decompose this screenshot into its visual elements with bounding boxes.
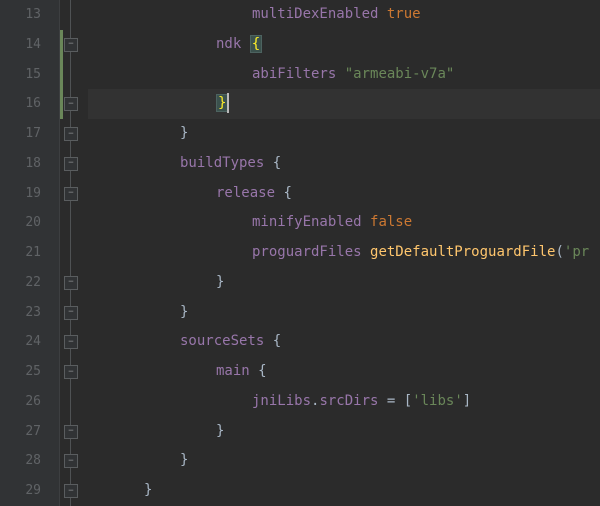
token-brace-hl: { — [250, 35, 262, 53]
line-number: 23 — [0, 298, 59, 328]
line-number: 29 — [0, 476, 59, 506]
line-number: 18 — [0, 149, 59, 179]
line-number: 25 — [0, 357, 59, 387]
code-line[interactable]: } — [88, 268, 600, 298]
token-str: 'libs' — [412, 393, 463, 409]
code-line[interactable]: } — [88, 476, 600, 506]
line-number: 15 — [0, 60, 59, 90]
token-ident: jniLibs — [252, 393, 311, 409]
token-ident: minifyEnabled — [252, 214, 362, 230]
token-ident: proguardFiles — [252, 244, 362, 260]
line-number-gutter: 1314151617181920212223242526272829 — [0, 0, 60, 506]
code-line[interactable]: } — [88, 298, 600, 328]
line-number: 20 — [0, 208, 59, 238]
token-punc — [250, 363, 258, 379]
token-brace: } — [180, 304, 188, 320]
code-line[interactable]: } — [88, 119, 600, 149]
token-punc — [264, 333, 272, 349]
token-str: 'pr — [564, 244, 589, 260]
token-method: getDefaultProguardFile — [370, 244, 555, 260]
code-line[interactable]: } — [88, 446, 600, 476]
token-punc — [378, 6, 386, 22]
fold-close-icon[interactable]: − — [64, 425, 78, 439]
token-ident: abiFilters — [252, 66, 336, 82]
change-bar — [60, 30, 63, 119]
fold-close-icon[interactable]: − — [64, 276, 78, 290]
token-punc: ] — [463, 393, 471, 409]
token-ident: release — [216, 185, 275, 201]
token-punc — [336, 66, 344, 82]
fold-open-icon[interactable]: − — [64, 157, 78, 171]
token-kw: false — [370, 214, 412, 230]
token-brace: { — [273, 333, 281, 349]
code-line[interactable]: ndk { — [88, 30, 600, 60]
line-number: 27 — [0, 417, 59, 447]
code-line[interactable]: release { — [88, 179, 600, 209]
code-line[interactable]: multiDexEnabled true — [88, 0, 600, 30]
line-number: 21 — [0, 238, 59, 268]
code-line[interactable]: } — [88, 89, 600, 119]
token-brace: { — [273, 155, 281, 171]
token-punc — [362, 214, 370, 230]
token-ident: sourceSets — [180, 333, 264, 349]
fold-close-icon[interactable]: − — [64, 97, 78, 111]
fold-close-icon[interactable]: − — [64, 306, 78, 320]
token-ident: srcDirs — [319, 393, 378, 409]
token-brace: { — [258, 363, 266, 379]
code-line[interactable]: sourceSets { — [88, 327, 600, 357]
code-editor[interactable]: 1314151617181920212223242526272829 −−−−−… — [0, 0, 600, 506]
line-number: 13 — [0, 0, 59, 30]
fold-open-icon[interactable]: − — [64, 335, 78, 349]
fold-column: − − − − − − − − − − − − — [60, 0, 88, 506]
code-line[interactable]: abiFilters "armeabi-v7a" — [88, 60, 600, 90]
fold-open-icon[interactable]: − — [64, 38, 78, 52]
token-brace: } — [180, 452, 188, 468]
token-brace: } — [216, 423, 224, 439]
code-area[interactable]: multiDexEnabled truendk {abiFilters "arm… — [88, 0, 600, 506]
code-line[interactable]: minifyEnabled false — [88, 208, 600, 238]
text-caret — [227, 93, 229, 113]
token-brace: } — [216, 274, 224, 290]
code-line[interactable]: buildTypes { — [88, 149, 600, 179]
line-number: 26 — [0, 387, 59, 417]
token-punc: ( — [555, 244, 563, 260]
line-number: 17 — [0, 119, 59, 149]
token-ident: buildTypes — [180, 155, 264, 171]
token-punc — [241, 36, 249, 52]
token-ident: main — [216, 363, 250, 379]
code-line[interactable]: proguardFiles getDefaultProguardFile('pr — [88, 238, 600, 268]
fold-close-icon[interactable]: − — [64, 454, 78, 468]
token-brace: } — [180, 125, 188, 141]
line-number: 28 — [0, 446, 59, 476]
token-punc — [362, 244, 370, 260]
token-punc: [ — [395, 393, 412, 409]
line-number: 16 — [0, 89, 59, 119]
line-number: 19 — [0, 179, 59, 209]
fold-close-icon[interactable]: − — [64, 127, 78, 141]
token-brace: } — [144, 482, 152, 498]
code-line[interactable]: } — [88, 417, 600, 447]
token-ident: multiDexEnabled — [252, 6, 378, 22]
token-ident: ndk — [216, 36, 241, 52]
line-number: 22 — [0, 268, 59, 298]
line-number: 24 — [0, 327, 59, 357]
code-line[interactable]: jniLibs.srcDirs = ['libs'] — [88, 387, 600, 417]
fold-close-icon[interactable]: − — [64, 484, 78, 498]
token-kw: true — [387, 6, 421, 22]
token-brace: { — [283, 185, 291, 201]
fold-open-icon[interactable]: − — [64, 187, 78, 201]
fold-open-icon[interactable]: − — [64, 365, 78, 379]
line-number: 14 — [0, 30, 59, 60]
token-punc — [264, 155, 272, 171]
token-punc — [378, 393, 386, 409]
code-line[interactable]: main { — [88, 357, 600, 387]
token-str: "armeabi-v7a" — [345, 66, 455, 82]
